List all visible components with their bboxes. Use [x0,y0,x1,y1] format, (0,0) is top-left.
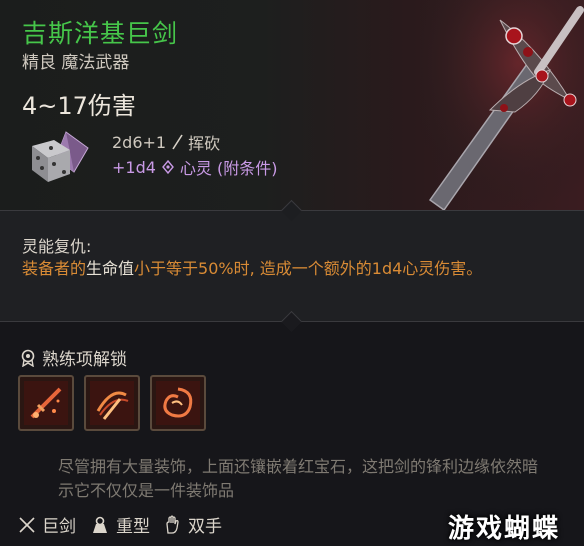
damage-type-slashing: 挥砍 [188,134,221,153]
item-rarity-type: 精良 魔法武器 [22,53,130,73]
proficiency-item[interactable] [18,375,74,431]
damage-dice-slashing: 2d6+1 [112,132,167,152]
proficiency-list [18,375,206,431]
heavy-weight-icon [93,516,107,533]
crossed-swords-icon [19,516,35,533]
damage-type-psychic: 心灵 (附条件) [179,159,278,178]
property-label: 重型 [116,517,150,537]
flavor-text: 尽管拥有大量装饰，上面还镶嵌着红宝石，这把剑的锋利边缘依然暗示它不仅仅是一件装饰… [58,457,539,500]
proficiency-item[interactable] [84,375,140,431]
damage-dice-psychic: +1d4 [112,157,156,177]
sword-strike-skill-icon [24,381,68,425]
passive-description: 装备者的生命值小于等于50%时, 造成一个额外的1d4心灵伤害。 [22,256,542,281]
medal-icon [21,349,35,367]
property-heavy: 重型 [90,512,150,537]
swirl-slash-skill-icon [156,381,200,425]
item-properties: 巨剑 重型 双手 [18,512,222,537]
site-watermark: 游戏蝴蝶 [448,514,561,544]
property-label: 巨剑 [42,517,76,537]
property-greatsword: 巨剑 [18,512,76,537]
passive-desc-after: 小于等于50%时, 造成一个额外的1d4心灵伤害。 [134,259,483,278]
slashing-icon [172,134,183,150]
item-name: 吉斯洋基巨剑 [22,19,179,48]
property-two-handed: 双手 [164,512,222,537]
property-label: 双手 [188,517,222,537]
passive-desc-before: 装备者的 [22,259,87,278]
hand-icon [166,514,179,534]
damage-total: 4~17伤害 [22,92,136,120]
proficiency-header: 熟练项解锁 [20,345,127,370]
proficiency-item[interactable] [150,375,206,431]
damage-line-slashing: 2d6+1 挥砍 [112,130,220,154]
damage-line-psychic: +1d4 心灵 (附条件) [112,155,278,179]
greatsword-image [420,0,584,210]
psychic-icon [162,160,174,174]
passive-name: 灵能复仇: [22,237,92,256]
passive-desc-highlight: 生命值 [86,259,135,278]
proficiency-header-label: 熟练项解锁 [42,350,127,370]
dice-icon [32,131,89,182]
cleave-skill-icon [90,381,134,425]
